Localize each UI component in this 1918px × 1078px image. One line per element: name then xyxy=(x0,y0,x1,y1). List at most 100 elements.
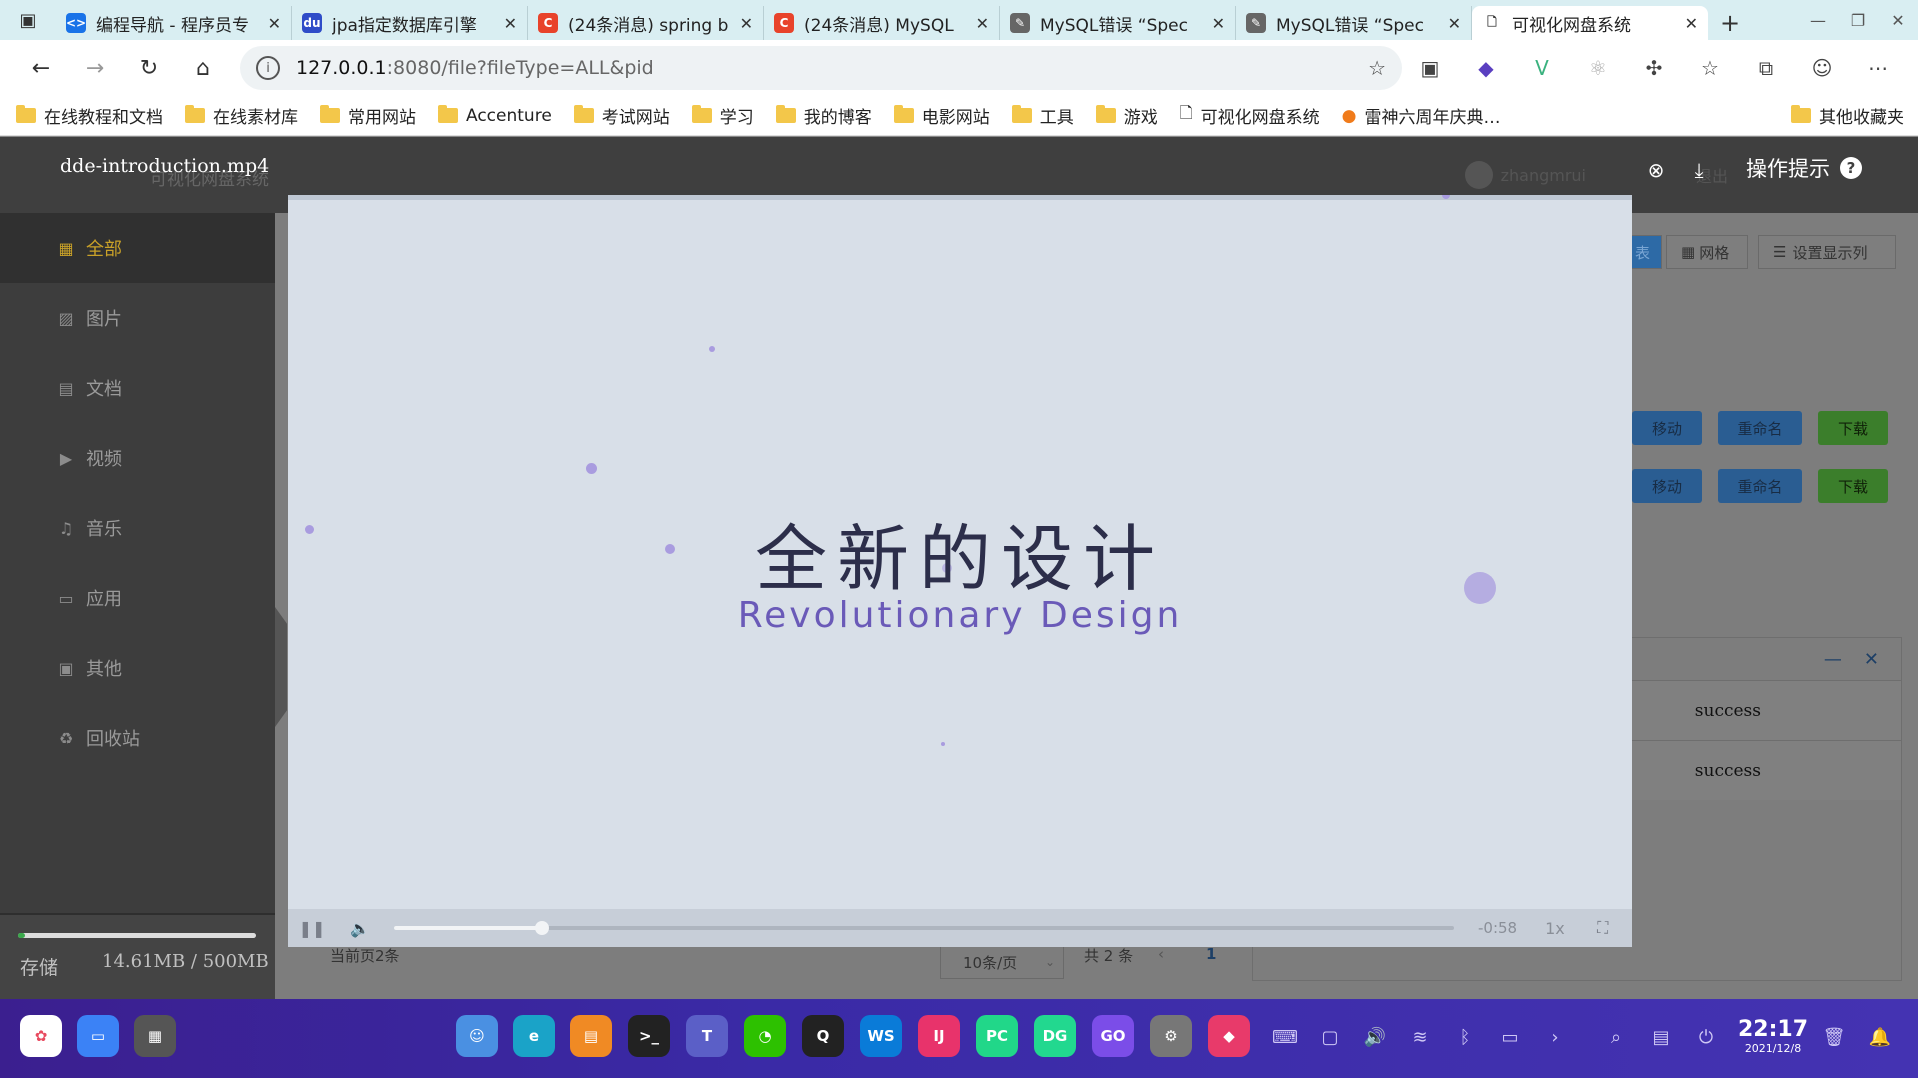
fullscreen-icon[interactable]: ⛶ xyxy=(1579,909,1627,947)
edge-icon[interactable]: e xyxy=(513,1015,555,1057)
bookmark-item[interactable]: 游戏 xyxy=(1095,103,1158,128)
favorite-add-icon[interactable]: ☆ xyxy=(1368,56,1386,80)
sidebar-item[interactable]: ▶ 视频 xyxy=(0,423,275,493)
new-tab-button[interactable]: + xyxy=(1708,6,1752,40)
clock[interactable]: 22:17 2021/12/8 xyxy=(1738,1017,1808,1055)
download-button[interactable]: 下载 xyxy=(1818,411,1888,445)
move-button[interactable]: 移动 xyxy=(1632,469,1702,503)
terminal-icon[interactable]: >_ xyxy=(628,1015,670,1057)
sidebar-item[interactable]: ▦ 全部 xyxy=(0,213,275,283)
wifi-icon[interactable]: ≋ xyxy=(1406,1023,1434,1051)
close-tab-icon[interactable]: ✕ xyxy=(504,14,517,33)
forward-icon[interactable]: → xyxy=(68,48,122,88)
multitask-icon[interactable]: ▭ xyxy=(77,1015,119,1057)
qq-icon[interactable]: Q xyxy=(802,1015,844,1057)
progress-knob[interactable] xyxy=(535,921,550,935)
pause-icon[interactable]: ❚❚ xyxy=(288,909,336,947)
sidebar-item[interactable]: ▨ 图片 xyxy=(0,283,275,353)
browser-tab[interactable]: du jpa指定数据库引擎 ✕ xyxy=(292,6,528,40)
tray-app-icon[interactable]: ▢ xyxy=(1316,1023,1344,1051)
playback-speed[interactable]: 1x xyxy=(1545,919,1565,938)
collections-icon[interactable]: ⧉ xyxy=(1738,48,1794,88)
operation-tip[interactable]: 操作提示 ? xyxy=(1746,153,1862,183)
bookmark-item[interactable]: 学习 xyxy=(691,103,754,128)
sidebar-collapse-handle[interactable] xyxy=(275,607,287,727)
settings-icon[interactable]: ⚙ xyxy=(1150,1015,1192,1057)
extension-icon[interactable]: ▣ xyxy=(1402,48,1458,88)
bookmark-item[interactable]: 在线教程和文档 xyxy=(16,103,163,128)
tray-expand-icon[interactable]: › xyxy=(1541,1023,1569,1051)
rename-button[interactable]: 重命名 xyxy=(1718,411,1802,445)
grid-view-button[interactable]: ▦ 网格 xyxy=(1666,235,1748,269)
sidebar-item[interactable]: ♻ 回收站 xyxy=(0,703,275,773)
page-number[interactable]: 1 xyxy=(1206,945,1216,963)
battery-icon[interactable]: ▭ xyxy=(1496,1023,1524,1051)
close-tab-icon[interactable]: ✕ xyxy=(268,14,281,33)
close-video-icon[interactable]: ⊗ xyxy=(1641,155,1671,185)
power-icon[interactable]: ⏻ xyxy=(1692,1023,1720,1051)
browser-tab[interactable]: ✎ MySQL错误 “Spec ✕ xyxy=(1000,6,1236,40)
minimize-panel-icon[interactable]: — xyxy=(1824,649,1842,670)
close-tab-icon[interactable]: ✕ xyxy=(1448,14,1461,33)
bookmark-item[interactable]: 🗋 可视化网盘系统 xyxy=(1180,102,1320,129)
sidebar-item[interactable]: ▣ 其他 xyxy=(0,633,275,703)
keyboard-icon[interactable]: ⌨ xyxy=(1271,1023,1299,1051)
volume-icon[interactable]: 🔈 xyxy=(336,909,384,947)
site-info-icon[interactable]: i xyxy=(256,56,280,80)
sidebar-item[interactable]: ▤ 文档 xyxy=(0,353,275,423)
bookmark-item[interactable]: 考试网站 xyxy=(573,103,670,128)
browser-tab[interactable]: C (24条消息) spring b ✕ xyxy=(528,6,764,40)
home-icon[interactable]: ⌂ xyxy=(176,48,230,88)
move-button[interactable]: 移动 xyxy=(1632,411,1702,445)
intellij-icon[interactable]: IJ xyxy=(918,1015,960,1057)
restore-icon[interactable]: ❐ xyxy=(1838,0,1878,40)
bookmark-item[interactable]: ● 雷神六周年庆典… xyxy=(1342,103,1501,129)
minimize-icon[interactable]: — xyxy=(1798,0,1838,40)
bookmark-item[interactable]: 电影网站 xyxy=(893,103,990,128)
bookmark-item[interactable]: 工具 xyxy=(1011,103,1074,128)
more-menu-icon[interactable]: ⋯ xyxy=(1850,48,1906,88)
page-size-select[interactable]: 10条/页 ⌄ xyxy=(940,945,1064,979)
vue-devtools-icon[interactable]: V xyxy=(1514,48,1570,88)
sidebar-item[interactable]: ▭ 应用 xyxy=(0,563,275,633)
teams-icon[interactable]: T xyxy=(686,1015,728,1057)
back-icon[interactable]: ← xyxy=(14,48,68,88)
input-method-icon[interactable]: ▤ xyxy=(1647,1023,1675,1051)
datagrip-icon[interactable]: DG xyxy=(1034,1015,1076,1057)
download-button[interactable]: 下载 xyxy=(1818,469,1888,503)
webstorm-icon[interactable]: WS xyxy=(860,1015,902,1057)
notification-bell-icon[interactable]: 🔔 xyxy=(1866,1023,1894,1051)
search-icon[interactable]: ⌕ xyxy=(1602,1023,1630,1051)
bookmark-item[interactable]: 在线素材库 xyxy=(185,103,298,128)
bookmark-item[interactable]: Accenture xyxy=(438,105,552,126)
launcher-icon[interactable]: ✿ xyxy=(20,1015,62,1057)
bookmark-item[interactable]: 常用网站 xyxy=(320,103,416,128)
goland-icon[interactable]: GO xyxy=(1092,1015,1134,1057)
close-panel-icon[interactable]: ✕ xyxy=(1864,649,1879,670)
react-devtools-icon[interactable]: ⚛ xyxy=(1570,48,1626,88)
sidebar-item[interactable]: ♫ 音乐 xyxy=(0,493,275,563)
sound-icon[interactable]: 🔊 xyxy=(1361,1023,1389,1051)
close-tab-icon[interactable]: ✕ xyxy=(1212,14,1225,33)
url-bar[interactable]: i 127.0.0.1:8080/file?fileType=ALL&pid ☆ xyxy=(240,46,1402,90)
rename-button[interactable]: 重命名 xyxy=(1718,469,1802,503)
browser-tab[interactable]: <> 编程导航 - 程序员专 ✕ xyxy=(56,6,292,40)
appstore-icon[interactable]: ▤ xyxy=(570,1015,612,1057)
cube-icon[interactable]: ◆ xyxy=(1208,1015,1250,1057)
close-tab-icon[interactable]: ✕ xyxy=(976,14,989,33)
workspace-icon[interactable]: ▦ xyxy=(134,1015,176,1057)
extensions-puzzle-icon[interactable]: ✣ xyxy=(1626,48,1682,88)
close-window-icon[interactable]: ✕ xyxy=(1878,0,1918,40)
reload-icon[interactable]: ↻ xyxy=(122,48,176,88)
close-tab-icon[interactable]: ✕ xyxy=(740,14,753,33)
video-player[interactable]: 全新的设计 Revolutionary Design ❚❚ 🔈 -0:58 1x… xyxy=(288,195,1632,947)
browser-tab[interactable]: ✎ MySQL错误 “Spec ✕ xyxy=(1236,6,1472,40)
column-settings-button[interactable]: ☰ 设置显示列 xyxy=(1758,235,1896,269)
trash-icon[interactable]: 🗑 xyxy=(1820,1023,1848,1051)
browser-tab[interactable]: 🗋 可视化网盘系统 ✕ xyxy=(1472,6,1708,40)
bluetooth-icon[interactable]: ᛒ xyxy=(1451,1023,1479,1051)
profile-avatar[interactable]: ☺ xyxy=(1794,48,1850,88)
pycharm-icon[interactable]: PC xyxy=(976,1015,1018,1057)
prev-page-icon[interactable]: ‹ xyxy=(1158,945,1164,963)
download-icon[interactable]: ⤓ xyxy=(1684,155,1714,185)
